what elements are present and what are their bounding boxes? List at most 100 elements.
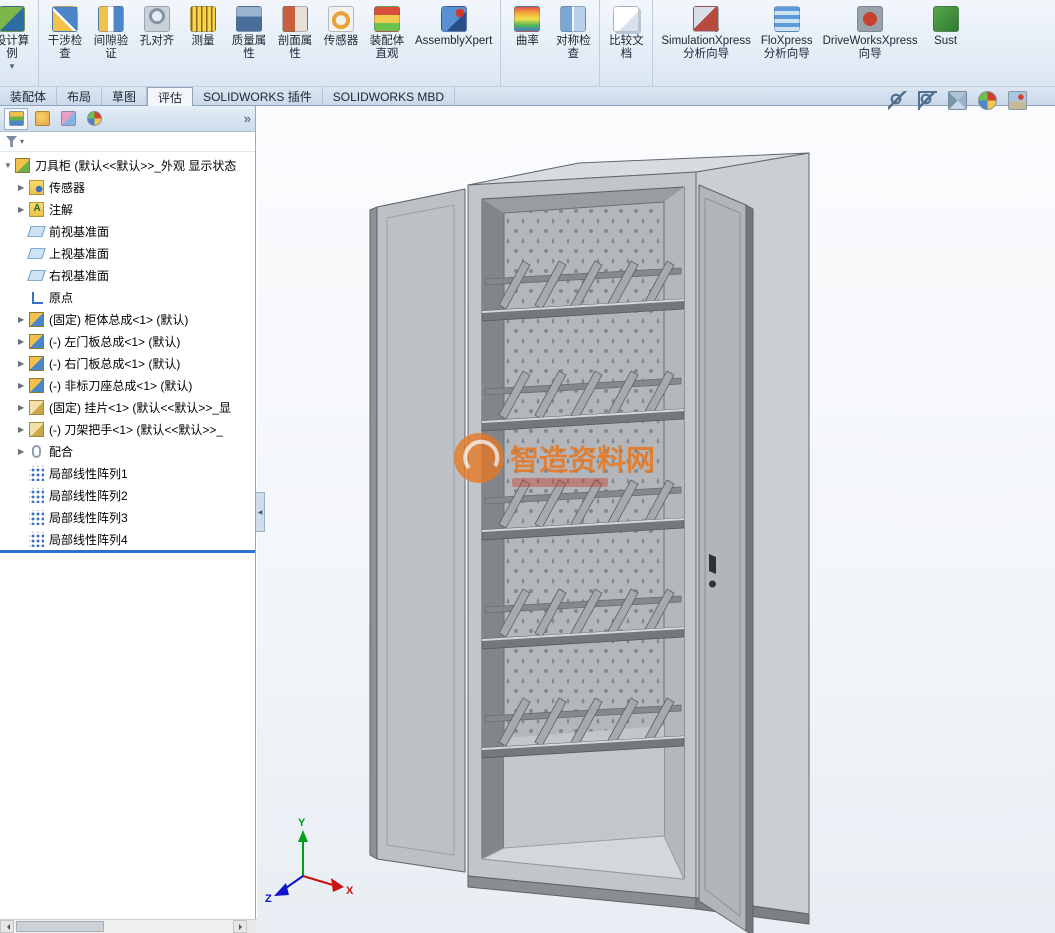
ribbon-button-compare-documents[interactable]: 比较文 档: [603, 4, 649, 63]
expand-arrow-icon[interactable]: ▼: [4, 161, 15, 170]
filter-icon[interactable]: [6, 136, 17, 147]
ribbon-button-interference-detection[interactable]: 干涉检 查: [42, 4, 88, 63]
expand-arrow-icon[interactable]: ▶: [18, 205, 29, 214]
right-door[interactable]: [698, 184, 754, 933]
feature-manager-panel: » ▾ ▼ 刀具柜 (默认<<默认>>_外观 显示状态 ▶ 传感器 ▶ 注解 前…: [0, 106, 256, 933]
filter-bar: ▾: [0, 132, 255, 152]
tree-item-label: 上视基准面: [49, 246, 110, 261]
watermark-subtext-bar: [512, 478, 608, 487]
tree-item[interactable]: ▶ (固定) 挂片<1> (默认<<默认>>_显: [0, 396, 255, 418]
ribbon-button-label: 装配体 直观: [369, 35, 405, 60]
tree-item-label: 配合: [49, 444, 74, 459]
ribbon-button-assembly-visualization[interactable]: 装配体 直观: [364, 4, 410, 63]
ribbon-button-clearance-verification[interactable]: 间隙验 证: [88, 4, 134, 63]
tree-item[interactable]: ▼ 刀具柜 (默认<<默认>>_外观 显示状态: [0, 154, 255, 176]
ribbon-button-measure[interactable]: 测量: [180, 4, 226, 50]
ribbon-button-driveworksxpress[interactable]: DriveWorksXpress 向导: [818, 4, 923, 63]
tree-item[interactable]: ▶ 注解: [0, 198, 255, 220]
ribbon-button-mass-properties[interactable]: 质量属 性: [226, 4, 272, 63]
expand-arrow-icon[interactable]: ▶: [18, 183, 29, 192]
panel-overflow-button[interactable]: »: [244, 112, 251, 125]
tree-item[interactable]: ▶ 传感器: [0, 176, 255, 198]
ribbon-button-label: 孔对齐: [139, 35, 175, 47]
expand-arrow-icon[interactable]: ▶: [18, 403, 29, 412]
graphics-area[interactable]: 智造资料网 Y X Z: [257, 106, 1055, 933]
expand-arrow-icon[interactable]: ▶: [18, 447, 29, 456]
tree-item[interactable]: 右视基准面: [0, 264, 255, 286]
panel-tab-displaymanager[interactable]: [82, 108, 106, 130]
zoom-area-icon[interactable]: [918, 90, 937, 110]
zoom-fit-icon[interactable]: [888, 90, 907, 110]
panel-horizontal-scrollbar[interactable]: [0, 919, 247, 933]
tree-item[interactable]: ▶ (-) 左门板总成<1> (默认): [0, 330, 255, 352]
tab-assembly[interactable]: 装配体: [0, 87, 58, 105]
tab-layout[interactable]: 布局: [57, 87, 103, 105]
tree-item-label: 刀具柜 (默认<<默认>>_外观 显示状态: [35, 158, 237, 173]
tree-item[interactable]: 局部线性阵列2: [0, 484, 255, 506]
ribbon-button-symmetry-check[interactable]: 对称检 查: [550, 4, 596, 63]
tool-cabinet-model[interactable]: [369, 152, 810, 933]
ribbon-button-hole-alignment[interactable]: 孔对齐: [134, 4, 180, 50]
tab-solidworks-mbd[interactable]: SOLIDWORKS MBD: [323, 87, 456, 105]
ribbon-button-icon: [190, 6, 216, 32]
apply-scene-icon[interactable]: [1008, 90, 1027, 110]
expand-arrow-icon[interactable]: ▶: [18, 381, 29, 390]
tree-item[interactable]: ▶ (-) 右门板总成<1> (默认): [0, 352, 255, 374]
watermark-text: 智造资料网: [510, 444, 655, 477]
panel-tab-featuremanager[interactable]: [4, 107, 28, 130]
ribbon-group-design-study: 设计算 例 ▾: [0, 0, 38, 86]
tree-item[interactable]: 局部线性阵列1: [0, 462, 255, 484]
ribbon-button-floxpress[interactable]: FloXpress 分析向导: [756, 4, 818, 63]
command-tab-label: 评估: [158, 91, 183, 105]
command-tab-label: 布局: [67, 90, 92, 104]
triad-x-label: X: [346, 885, 354, 897]
filter-dropdown-arrow-icon[interactable]: ▾: [20, 137, 24, 146]
ribbon-button-design-study[interactable]: 设计算 例 ▾: [0, 4, 35, 72]
rollback-bar[interactable]: [0, 550, 255, 553]
tree-item-label: 局部线性阵列1: [49, 466, 128, 481]
tree-item[interactable]: 前视基准面: [0, 220, 255, 242]
ribbon-button-sensor[interactable]: 传感器: [318, 4, 364, 50]
tree-item-label: 右视基准面: [49, 268, 110, 283]
expand-arrow-icon[interactable]: ▶: [18, 425, 29, 434]
ribbon-button-curvature[interactable]: 曲率: [504, 4, 550, 50]
tab-solidworks-addins[interactable]: SOLIDWORKS 插件: [193, 87, 323, 105]
ribbon-button-section-properties[interactable]: 剖面属 性: [272, 4, 318, 63]
panel-tab-icon: [8, 111, 24, 126]
tree-item[interactable]: 原点: [0, 286, 255, 308]
panel-collapse-handle[interactable]: [256, 492, 265, 532]
scrollbar-corner: [247, 919, 257, 933]
cabinet-body[interactable]: [467, 152, 810, 925]
panel-tab-propertymanager[interactable]: [30, 108, 54, 130]
tree-item[interactable]: ▶ (固定) 柜体总成<1> (默认): [0, 308, 255, 330]
ribbon-group-geometry-check: 曲率 对称检 查: [500, 0, 599, 86]
tree-item[interactable]: 局部线性阵列4: [0, 528, 255, 550]
tree-item[interactable]: ▶ (-) 非标刀座总成<1> (默认): [0, 374, 255, 396]
ribbon-button-label: Sust: [934, 35, 958, 47]
tree-item-icon: [29, 377, 44, 393]
tab-sketch[interactable]: 草图: [102, 87, 148, 105]
tree-item[interactable]: 上视基准面: [0, 242, 255, 264]
ribbon-button-assembly-xpert[interactable]: AssemblyXpert: [410, 4, 497, 50]
edit-appearance-icon[interactable]: [978, 90, 997, 110]
scroll-right-arrow-icon[interactable]: [233, 920, 247, 933]
tree-item[interactable]: ▶ (-) 刀架把手<1> (默认<<默认>>_: [0, 418, 255, 440]
tree-item-icon: [29, 465, 44, 481]
scrollbar-thumb[interactable]: [16, 921, 104, 932]
expand-arrow-icon[interactable]: ▶: [18, 315, 29, 324]
ribbon-button-icon: [613, 6, 640, 32]
panel-tab-configurationmanager[interactable]: [56, 108, 80, 130]
left-door[interactable]: [369, 188, 466, 873]
view-orientation-icon[interactable]: [948, 90, 967, 110]
expand-arrow-icon[interactable]: ▶: [18, 337, 29, 346]
panel-tab-icon: [60, 111, 76, 126]
tree-item-label: 前视基准面: [49, 224, 110, 239]
ribbon-button-sustainability[interactable]: Sust: [923, 4, 969, 50]
scroll-left-arrow-icon[interactable]: [0, 920, 14, 933]
tree-item[interactable]: 局部线性阵列3: [0, 506, 255, 528]
ribbon-button-simulationxpress[interactable]: SimulationXpress 分析向导: [656, 4, 755, 63]
tree-item[interactable]: ▶ 配合: [0, 440, 255, 462]
tab-evaluate[interactable]: 评估: [147, 87, 194, 106]
expand-arrow-icon[interactable]: ▶: [18, 359, 29, 368]
ribbon-button-icon: [560, 6, 587, 32]
